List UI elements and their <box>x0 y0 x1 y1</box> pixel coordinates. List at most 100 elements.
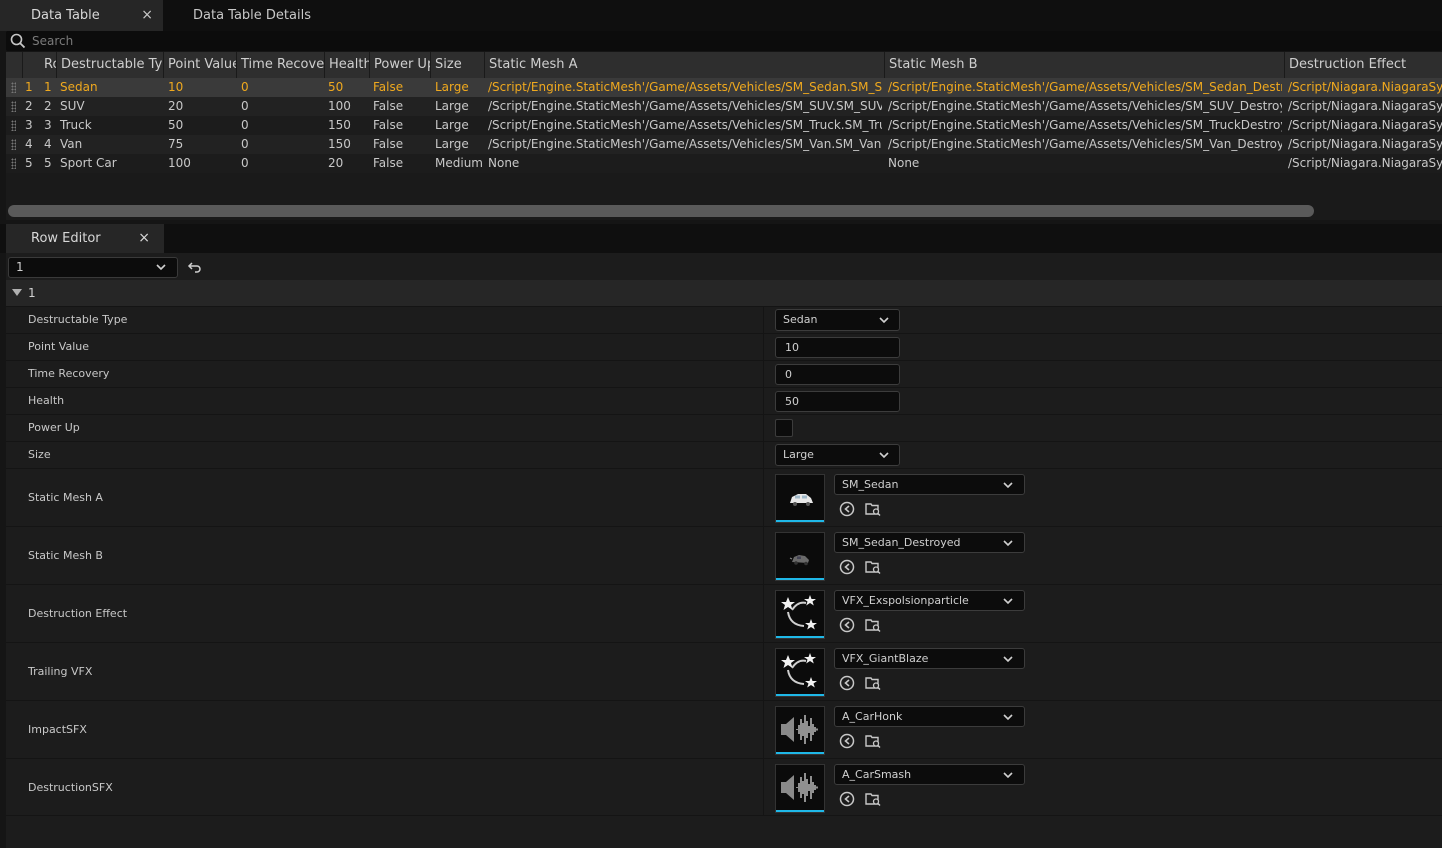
impact-sfx-picker[interactable]: A_CarHonk <box>834 706 1025 727</box>
chevron-down-icon <box>1003 656 1013 663</box>
cell-size: Large <box>435 99 469 113</box>
static-mesh-b-picker[interactable]: SM_Sedan_Destroyed <box>834 532 1025 553</box>
size-dropdown[interactable]: Large <box>775 444 900 466</box>
table-row[interactable]: 2 2 SUV 20 0 100 False Large /Script/Eng… <box>6 97 1442 116</box>
sound-thumbnail[interactable] <box>775 706 825 755</box>
sound-wave-icon <box>781 715 818 744</box>
column-splitter[interactable] <box>763 701 764 758</box>
drag-handle-icon[interactable] <box>11 101 16 112</box>
column-splitter[interactable] <box>763 585 764 642</box>
use-selected-asset-icon[interactable] <box>838 674 856 692</box>
destruction-effect-picker[interactable]: VFX_Exspolsionparticle <box>834 590 1025 611</box>
column-splitter[interactable] <box>763 442 764 468</box>
row-index: 2 <box>25 99 33 113</box>
cell-health: 20 <box>328 156 344 170</box>
vfx-thumbnail[interactable] <box>775 648 825 697</box>
row-index: 4 <box>25 137 33 151</box>
cell-type: Truck <box>60 118 92 132</box>
property-label: Time Recovery <box>28 367 110 380</box>
drag-handle-icon[interactable] <box>11 120 16 131</box>
vfx-thumbnail[interactable] <box>775 590 825 639</box>
column-splitter[interactable] <box>763 334 764 360</box>
power-up-checkbox[interactable] <box>775 419 793 437</box>
collapse-triangle-icon[interactable] <box>12 289 22 296</box>
chevron-down-icon <box>879 452 889 459</box>
static-mesh-b-value: SM_Sedan_Destroyed <box>842 536 961 549</box>
browse-asset-icon[interactable] <box>864 790 882 808</box>
search-input[interactable] <box>32 34 1332 48</box>
cell-health: 100 <box>328 99 351 113</box>
drag-handle-icon[interactable] <box>11 82 16 93</box>
tab-data-table[interactable]: Data Table × <box>0 0 163 31</box>
header-point-value[interactable]: Point Value <box>164 52 237 78</box>
property-label: DestructionSFX <box>28 781 113 794</box>
table-row[interactable]: 4 4 Van 75 0 150 False Large /Script/Eng… <box>6 135 1442 154</box>
cell-power-up: False <box>373 156 404 170</box>
destructable-type-dropdown[interactable]: Sedan <box>775 309 900 331</box>
use-selected-asset-icon[interactable] <box>838 616 856 634</box>
row-section-header[interactable]: 1 <box>6 280 1442 306</box>
property-label: Destructable Type <box>28 313 128 326</box>
header-time-recovery[interactable]: Time Recovery <box>237 52 325 78</box>
chevron-down-icon <box>156 264 166 271</box>
asset-type-bar <box>776 578 824 580</box>
table-row[interactable]: 5 5 Sport Car 100 0 20 False Medium None… <box>6 154 1442 173</box>
use-selected-asset-icon[interactable] <box>838 500 856 518</box>
cell-row-name: 5 <box>44 156 52 170</box>
chevron-down-icon <box>1003 482 1013 489</box>
time-recovery-field[interactable]: 0 <box>775 364 900 385</box>
use-selected-asset-icon[interactable] <box>838 558 856 576</box>
header-power-up[interactable]: Power Up <box>370 52 431 78</box>
property-label: Destruction Effect <box>28 607 128 620</box>
cell-mesh-b: /Script/Engine.StaticMesh'/Game/Assets/V… <box>888 80 1282 94</box>
column-splitter[interactable] <box>763 527 764 584</box>
cell-points: 100 <box>168 156 191 170</box>
column-splitter[interactable] <box>763 415 764 441</box>
property-impact-sfx: ImpactSFX A_CarHonk <box>6 700 1442 758</box>
column-splitter[interactable] <box>763 307 764 333</box>
close-icon[interactable]: × <box>141 7 153 23</box>
tab-data-table-details[interactable]: Data Table Details <box>162 0 342 31</box>
browse-asset-icon[interactable] <box>864 674 882 692</box>
header-destruction-effect[interactable]: Destruction Effect <box>1285 52 1442 78</box>
cell-effect: /Script/Niagara.NiagaraSystem <box>1288 99 1442 113</box>
column-splitter[interactable] <box>763 361 764 387</box>
drag-handle-icon[interactable] <box>11 139 16 150</box>
destruction-sfx-picker[interactable]: A_CarSmash <box>834 764 1025 785</box>
point-value-field[interactable]: 10 <box>775 337 900 358</box>
use-selected-asset-icon[interactable] <box>838 790 856 808</box>
asset-type-bar <box>776 810 824 812</box>
static-mesh-a-picker[interactable]: SM_Sedan <box>834 474 1025 495</box>
table-row[interactable]: 1 1 Sedan 10 0 50 False Large /Script/En… <box>6 78 1442 97</box>
sound-wave-icon <box>781 773 818 802</box>
header-row-name[interactable]: Ro <box>40 52 57 78</box>
row-name-dropdown[interactable]: 1 <box>8 257 178 278</box>
table-row[interactable]: 3 3 Truck 50 0 150 False Large /Script/E… <box>6 116 1442 135</box>
browse-asset-icon[interactable] <box>864 500 882 518</box>
header-static-mesh-a[interactable]: Static Mesh A <box>485 52 885 78</box>
column-splitter[interactable] <box>763 469 764 526</box>
close-icon[interactable]: × <box>138 224 150 253</box>
health-field[interactable]: 50 <box>775 391 900 412</box>
use-selected-asset-icon[interactable] <box>838 732 856 750</box>
destruction-effect-value: VFX_Exspolsionparticle <box>842 594 969 607</box>
mesh-thumbnail[interactable] <box>775 474 825 523</box>
drag-handle-icon[interactable] <box>11 158 16 169</box>
header-size[interactable]: Size <box>431 52 485 78</box>
trailing-vfx-picker[interactable]: VFX_GiantBlaze <box>834 648 1025 669</box>
header-destructable-type[interactable]: Destructable Type <box>57 52 164 78</box>
tab-row-editor[interactable]: Row Editor × <box>6 224 164 253</box>
browse-asset-icon[interactable] <box>864 732 882 750</box>
browse-asset-icon[interactable] <box>864 616 882 634</box>
horizontal-scrollbar[interactable] <box>8 205 1314 217</box>
header-static-mesh-b[interactable]: Static Mesh B <box>885 52 1285 78</box>
sound-thumbnail[interactable] <box>775 764 825 813</box>
header-health[interactable]: Health <box>325 52 370 78</box>
cell-row-name: 3 <box>44 118 52 132</box>
reset-row-icon[interactable] <box>187 259 203 275</box>
column-splitter[interactable] <box>763 388 764 414</box>
column-splitter[interactable] <box>763 643 764 700</box>
browse-asset-icon[interactable] <box>864 558 882 576</box>
column-splitter[interactable] <box>763 759 764 815</box>
mesh-thumbnail[interactable] <box>775 532 825 581</box>
